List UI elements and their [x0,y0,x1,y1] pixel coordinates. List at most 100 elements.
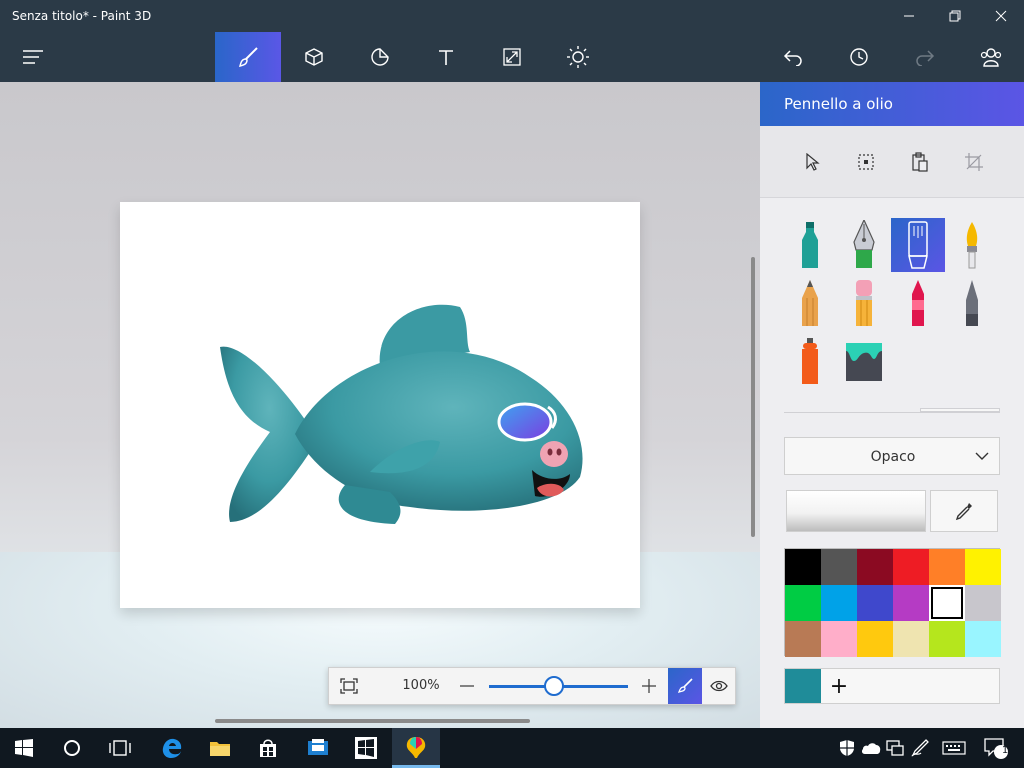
palette-swatch[interactable] [857,585,893,621]
eraser-icon [856,280,872,326]
history-icon [850,48,868,66]
plus-icon [642,679,656,693]
tab-text[interactable] [413,32,479,82]
current-color-swatch[interactable] [785,669,821,703]
brush-watercolor[interactable] [945,218,999,272]
draw-mode-button[interactable] [668,668,702,704]
tab-brushes[interactable] [215,32,281,82]
palette-swatch[interactable] [821,549,857,585]
taskbar-store[interactable] [244,728,292,768]
tray-keyboard[interactable] [940,728,968,768]
palette-swatch[interactable] [785,549,821,585]
crop-button[interactable] [962,150,986,174]
brush-pencil[interactable] [783,276,837,330]
brush-marker[interactable] [783,218,837,272]
zoom-in-button[interactable] [635,668,663,704]
opacity-dropdown[interactable]: Opaco [784,437,1000,475]
brush-calligraphy-pen[interactable] [837,218,891,272]
pen-icon [911,739,929,757]
paste-button[interactable] [908,150,932,174]
taskbar-edge[interactable] [148,728,196,768]
minimize-button[interactable] [886,0,932,32]
zoom-out-button[interactable] [453,668,481,704]
tab-effects[interactable] [545,32,611,82]
brush-crayon[interactable] [891,276,945,330]
palette-swatch[interactable] [821,621,857,657]
tab-canvas[interactable] [479,32,545,82]
history-button[interactable] [826,32,892,82]
notification-count: 1 [1001,745,1009,756]
zoom-slider-thumb[interactable] [544,676,565,696]
tray-network[interactable] [884,728,906,768]
palette-swatch[interactable] [965,585,1001,621]
menu-button[interactable] [0,32,66,82]
sun-icon [567,46,589,68]
tab-stickers[interactable] [347,32,413,82]
task-view-icon [109,740,131,756]
brush-spray-can[interactable] [783,334,837,388]
brush-eraser[interactable] [837,276,891,330]
add-label: + [829,673,849,699]
palette-swatch[interactable] [929,621,965,657]
calligraphy-pen-icon [853,220,875,268]
brush-size-tab[interactable] [920,408,1000,412]
maximize-button[interactable] [932,0,978,32]
taskbar-file-explorer[interactable] [196,728,244,768]
add-color-button[interactable]: + [821,669,857,703]
custom-color-row: + [784,668,1000,704]
oil-brush-icon [908,221,928,269]
paste-icon [912,152,928,172]
palette-swatch[interactable] [893,621,929,657]
palette-swatch[interactable] [965,549,1001,585]
taskbar-paint3d[interactable] [392,728,440,768]
tray-security[interactable] [836,728,858,768]
cortana-button[interactable] [48,728,96,768]
horizontal-scrollbar[interactable] [215,719,530,723]
restore-icon [949,10,961,22]
tray-action-center[interactable]: 1 [978,728,1014,768]
redo-button[interactable] [892,32,958,82]
tray-onedrive[interactable] [860,728,882,768]
tray-pen[interactable] [908,728,932,768]
brush-oil[interactable] [891,218,945,272]
palette-swatch[interactable] [785,621,821,657]
community-button[interactable] [958,32,1024,82]
select-cursor-button[interactable] [800,150,824,174]
close-button[interactable] [978,0,1024,32]
spray-can-icon [802,338,818,384]
brush-icon [677,678,693,694]
minimize-icon [904,15,914,17]
fit-to-window-button[interactable] [329,668,369,704]
drawing-canvas[interactable] [120,202,640,608]
start-button[interactable] [0,728,48,768]
palette-swatch[interactable] [857,549,893,585]
eye-icon [710,680,728,692]
palette-swatch[interactable] [785,585,821,621]
palette-swatch[interactable] [929,549,965,585]
palette-swatch[interactable] [821,585,857,621]
palette-swatch[interactable] [965,621,1001,657]
marker-icon [802,222,818,268]
palette-swatch[interactable] [893,585,929,621]
vertical-scrollbar[interactable] [751,257,755,537]
brush-fill[interactable] [837,334,891,388]
taskbar-windows-tile[interactable] [342,728,390,768]
canvas-workspace[interactable] [0,82,760,728]
palette-swatch[interactable] [857,621,893,657]
redo-icon [916,50,935,66]
sticker-icon [371,48,389,66]
undo-button[interactable] [760,32,826,82]
tab-3d-shapes[interactable] [281,32,347,82]
chevron-down-icon [975,452,989,460]
view-mode-button[interactable] [702,668,736,704]
taskbar-printer-app[interactable] [294,728,342,768]
store-icon [260,739,276,757]
palette-swatch[interactable] [929,585,965,621]
stroke-preview [786,490,926,532]
task-view-button[interactable] [96,728,144,768]
watercolor-icon [966,222,978,269]
brush-pixel-pen[interactable] [945,276,999,330]
rect-select-button[interactable] [854,150,878,174]
eyedropper-button[interactable] [930,490,998,532]
palette-swatch[interactable] [893,549,929,585]
